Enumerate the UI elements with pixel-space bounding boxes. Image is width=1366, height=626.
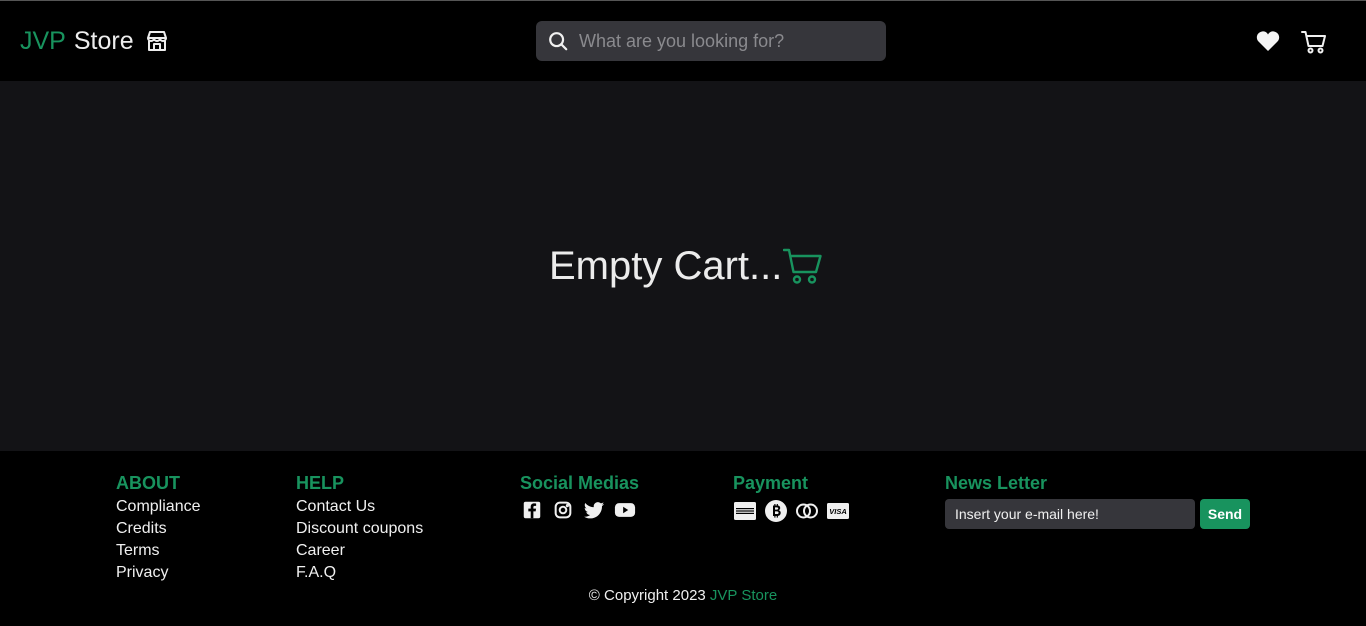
heart-icon[interactable]	[1256, 30, 1280, 52]
search-bar[interactable]	[536, 21, 886, 61]
bitcoin-icon	[765, 500, 787, 522]
amex-icon	[734, 502, 756, 520]
footer-link-faq[interactable]: F.A.Q	[296, 562, 423, 584]
footer: ABOUT Compliance Credits Terms Privacy H…	[0, 451, 1366, 626]
copyright: © Copyright 2023 JVP Store	[0, 587, 1366, 604]
search-input[interactable]	[579, 30, 869, 52]
empty-cart-text: Empty Cart...	[549, 244, 783, 288]
facebook-icon[interactable]	[520, 499, 544, 521]
top-nav: JVP Store	[0, 1, 1366, 81]
newsletter-email-input[interactable]	[945, 499, 1195, 529]
main-content: Empty Cart...	[0, 81, 1366, 451]
footer-link-terms[interactable]: Terms	[116, 540, 200, 562]
footer-link-career[interactable]: Career	[296, 540, 423, 562]
footer-link-credits[interactable]: Credits	[116, 518, 200, 540]
footer-payment: Payment VISA	[733, 472, 857, 523]
footer-link-privacy[interactable]: Privacy	[116, 562, 200, 584]
empty-cart-message: Empty Cart...	[549, 244, 823, 288]
mastercard-icon	[796, 503, 818, 519]
store-icon	[146, 31, 167, 51]
newsletter-send-button[interactable]: Send	[1200, 499, 1250, 529]
search-icon[interactable]	[547, 30, 569, 52]
copyright-brand: JVP Store	[709, 587, 778, 604]
footer-link-coupons[interactable]: Discount coupons	[296, 518, 423, 540]
instagram-icon[interactable]	[551, 499, 575, 521]
copyright-prefix: © Copyright 2023	[588, 587, 706, 604]
twitter-icon[interactable]	[582, 499, 606, 521]
visa-icon: VISA	[827, 503, 849, 519]
cart-icon	[783, 248, 823, 284]
footer-link-compliance[interactable]: Compliance	[116, 496, 200, 518]
footer-newsletter: News Letter Send	[945, 472, 1250, 529]
footer-social: Social Medias	[520, 472, 644, 521]
brand-plain: Store	[73, 27, 134, 55]
brand-logo[interactable]: JVP Store	[20, 27, 169, 55]
footer-about: ABOUT Compliance Credits Terms Privacy	[116, 472, 200, 584]
brand-accent: JVP	[20, 27, 66, 55]
svg-text:VISA: VISA	[829, 507, 847, 516]
footer-social-title: Social Medias	[520, 473, 640, 493]
footer-help-title: HELP	[296, 473, 345, 493]
footer-link-contact[interactable]: Contact Us	[296, 496, 423, 518]
footer-help: HELP Contact Us Discount coupons Career …	[296, 472, 423, 584]
footer-newsletter-title: News Letter	[945, 473, 1048, 493]
footer-about-title: ABOUT	[116, 473, 180, 493]
cart-icon[interactable]	[1301, 29, 1327, 55]
footer-payment-title: Payment	[733, 473, 809, 493]
youtube-icon[interactable]	[613, 499, 637, 521]
